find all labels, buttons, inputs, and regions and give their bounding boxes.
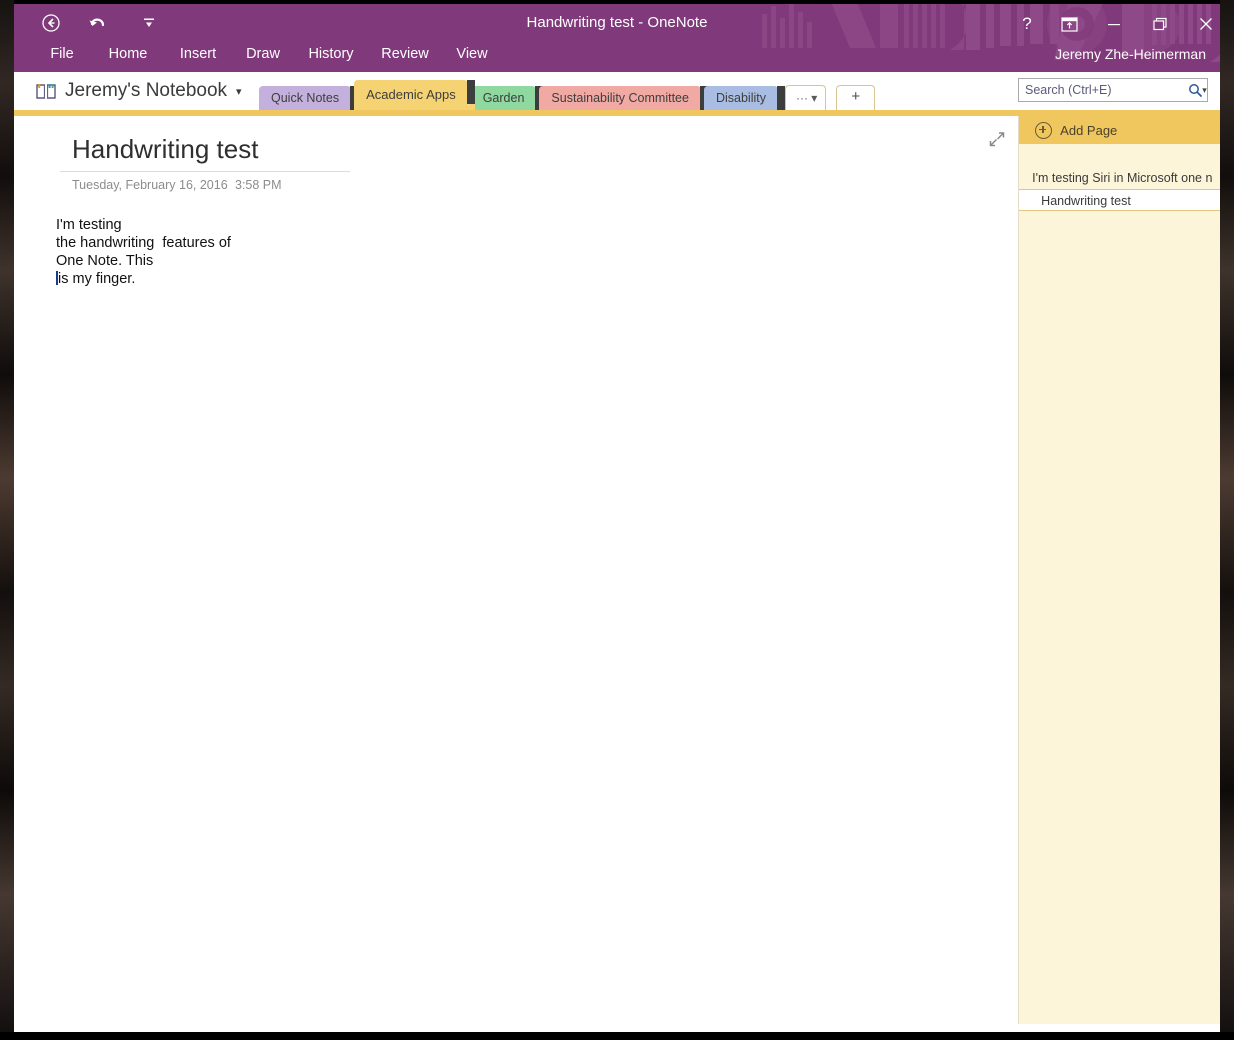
minimize-icon [1108,24,1120,26]
page-entries: I'm testing Siri in Microsoft one n Handw… [1019,167,1220,211]
close-button[interactable] [1191,10,1220,38]
section-tab-edge [776,86,785,110]
page-list-item[interactable]: Handwriting test [1019,189,1220,211]
desktop-backdrop-right [1218,0,1234,1040]
expand-diagonal-icon[interactable] [988,130,1006,148]
section-tab-disability[interactable]: Disability [703,86,786,110]
page-list-item[interactable]: I'm testing Siri in Microsoft one n [1019,167,1220,189]
section-tab-sustainability-committee[interactable]: Sustainability Committee [539,86,708,110]
customize-quick-access-button[interactable] [136,10,162,36]
chevron-down-icon [144,18,154,27]
note-line-text: One Note. This [56,253,154,269]
desktop-backdrop-left [0,0,14,1040]
ribbon-tab-draw[interactable]: Draw [232,44,294,64]
ribbon-tab-view[interactable]: View [442,44,502,64]
search-icon[interactable] [1188,83,1202,97]
ribbon-tab-bar: File Home Insert Draw History Review View [32,44,502,64]
search-input[interactable] [1019,82,1188,98]
chevron-down-icon[interactable]: ▾ [1202,85,1207,96]
notebook-selector[interactable]: Jeremy's Notebook ▾ [36,76,242,106]
body-area: Handwriting test Tuesday, February 16, 2… [14,116,1220,1024]
search-box[interactable]: ▾ [1018,78,1208,102]
ribbon-tab-home[interactable]: Home [92,44,164,64]
page-title-block: Handwriting test Tuesday, February 16, 2… [60,134,350,192]
page-list-spacer [1019,144,1220,167]
onenote-window: Handwriting test - OneNote ? Jeremy Zhe-… [14,0,1220,1032]
ribbon-tab-insert[interactable]: Insert [164,44,232,64]
note-text-block[interactable]: I'm testing the handwriting features of On… [56,216,231,288]
page-canvas[interactable]: Handwriting test Tuesday, February 16, 2… [14,116,1020,1024]
ribbon-tab-review[interactable]: Review [368,44,442,64]
back-circle-icon [42,14,60,32]
note-line[interactable]: is my finger. [56,270,231,288]
notebook-icon [36,83,56,100]
ribbon-tab-history[interactable]: History [294,44,368,64]
section-tab-quick-notes[interactable]: Quick Notes [259,86,359,110]
note-line[interactable]: the handwriting features of [56,234,231,252]
page-time[interactable]: 3:58 PM [235,178,282,192]
ribbon-tab-file[interactable]: File [32,44,92,64]
notebook-name: Jeremy's Notebook [65,80,228,101]
section-overflow-button[interactable]: ··· ▾ [784,85,827,110]
add-page-button[interactable]: Add Page [1019,116,1220,144]
note-line[interactable]: One Note. This [56,252,231,270]
page-list-panel: Add Page I'm testing Siri in Microsoft o… [1019,116,1220,1024]
add-section-button[interactable]: + [836,85,876,110]
window-bottom-edge [0,1032,1234,1040]
section-tabs: Quick Notes Academic Apps Garden Sustainabi… [259,80,876,110]
note-line-text: the handwriting features of [56,235,231,251]
page-date[interactable]: Tuesday, February 16, 2016 [72,178,235,192]
minimize-button[interactable] [1099,10,1129,38]
maximize-button[interactable] [1145,10,1175,38]
title-bar: Handwriting test - OneNote ? Jeremy Zhe-… [14,0,1220,72]
section-tab-edge [466,80,475,110]
ribbon-display-options-button[interactable] [1054,10,1084,38]
note-line-text: is my finger. [58,271,136,287]
maximize-icon [1153,17,1167,31]
page-metadata: Tuesday, February 16, 2016 3:58 PM [60,172,350,192]
undo-button[interactable] [84,10,110,36]
help-button[interactable]: ? [1014,10,1040,38]
page-title[interactable]: Handwriting test [60,134,350,171]
section-tab-academic-apps[interactable]: Academic Apps [354,80,475,110]
undo-icon [89,18,105,27]
section-tab-strip: Jeremy's Notebook ▾ Quick Notes Academic … [14,72,1220,116]
back-button[interactable] [38,10,64,36]
ribbon-display-icon [1060,16,1078,32]
title-bar-top-edge [14,0,1220,4]
add-page-label: Add Page [1060,122,1118,138]
account-name[interactable]: Jeremy Zhe-Heimerman [1055,46,1206,62]
close-icon [1200,18,1212,30]
section-tab-garden[interactable]: Garden [470,86,544,110]
note-line[interactable]: I'm testing [56,216,231,234]
plus-circle-icon [1035,121,1053,139]
chevron-down-icon: ▾ [236,85,242,98]
note-line-text: I'm testing [56,217,122,233]
